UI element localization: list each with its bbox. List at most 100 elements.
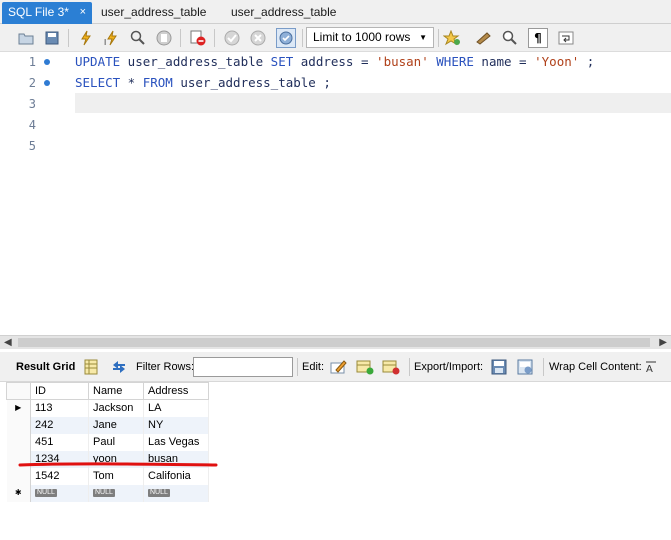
null-badge: NULL — [93, 489, 115, 498]
column-header-address[interactable]: Address — [143, 382, 209, 400]
cell-name[interactable]: Jackson — [88, 399, 144, 417]
result-toolbar: Result Grid Filter Rows: Edit: Export/Im… — [0, 352, 671, 382]
corner-cell — [6, 382, 31, 400]
cell-name[interactable]: Jane — [88, 416, 144, 434]
table-row[interactable]: 242 Jane NY — [6, 416, 209, 434]
cell-address[interactable]: Califonia — [143, 467, 209, 485]
row-selector[interactable] — [6, 450, 31, 468]
explain-icon[interactable] — [128, 28, 148, 48]
cell-id[interactable]: 451 — [30, 433, 89, 451]
cell-address[interactable]: Las Vegas — [143, 433, 209, 451]
table-row[interactable]: 451 Paul Las Vegas — [6, 433, 209, 451]
export-import-label: Export/Import: — [414, 361, 484, 373]
scroll-left-icon[interactable]: ◀ — [4, 336, 12, 349]
export-icon[interactable] — [491, 358, 509, 376]
column-header-id[interactable]: ID — [30, 382, 89, 400]
tab-user-address-table-1[interactable]: user_address_table — [95, 2, 215, 24]
sql-keyword: SELECT — [75, 75, 121, 90]
scroll-right-icon[interactable]: ▶ — [659, 336, 667, 349]
cell-id[interactable]: 242 — [30, 416, 89, 434]
filter-rows-input[interactable] — [193, 357, 293, 377]
sql-editor[interactable]: 1 2 3 4 5 UPDATE user_address_table SET … — [0, 52, 671, 336]
wrap-icon[interactable] — [556, 28, 576, 48]
scrollbar-thumb[interactable] — [18, 338, 650, 347]
tab-user-address-table-2[interactable]: user_address_table — [225, 2, 355, 24]
row-selector[interactable] — [6, 433, 31, 451]
chevron-down-icon: ▼ — [419, 33, 427, 42]
cell-id[interactable]: 1542 — [30, 467, 89, 485]
toggle-error-icon[interactable] — [188, 28, 208, 48]
execute-icon[interactable] — [76, 28, 96, 48]
sql-keyword: UPDATE — [75, 54, 121, 69]
edit-row-icon[interactable] — [330, 358, 348, 376]
cell-id[interactable]: 1234 — [30, 450, 89, 468]
add-row-icon[interactable] — [356, 358, 374, 376]
sql-keyword: SET — [270, 54, 294, 69]
cell-address[interactable]: LA — [143, 399, 209, 417]
result-grid: ID Name Address ▶ 113 Jackson LA 242 Jan… — [0, 382, 671, 540]
sql-keyword: FROM — [142, 75, 173, 90]
tab-label: user_address_table — [101, 5, 207, 19]
line-number: 3 — [28, 97, 36, 111]
cell-name[interactable]: Tom — [88, 467, 144, 485]
current-row-marker-icon[interactable]: ▶ — [6, 399, 31, 417]
cell-id[interactable]: 113 — [30, 399, 89, 417]
autocommit-icon[interactable] — [276, 28, 296, 48]
save-icon[interactable] — [42, 28, 62, 48]
tab-label: user_address_table — [231, 5, 337, 19]
sql-text: * — [120, 75, 143, 90]
limit-rows-select[interactable]: Limit to 1000 rows ▼ — [306, 27, 434, 48]
line-number: 1 — [28, 55, 36, 69]
cell-name[interactable]: yoon — [88, 450, 144, 468]
row-selector[interactable] — [6, 416, 31, 434]
delete-row-icon[interactable] — [382, 358, 400, 376]
find-icon[interactable] — [500, 28, 520, 48]
row-selector[interactable] — [6, 467, 31, 485]
edit-label: Edit: — [302, 361, 325, 373]
cell-name[interactable]: NULL — [88, 484, 144, 502]
sql-text: user_address_table ; — [172, 75, 331, 90]
table-row[interactable]: 1542 Tom Califonia — [6, 467, 209, 485]
import-icon[interactable] — [517, 358, 535, 376]
wrap-cell-toggle-icon[interactable]: A — [642, 358, 660, 376]
tab-sql-file-3[interactable]: SQL File 3* × — [2, 2, 92, 24]
cell-address[interactable]: NY — [143, 416, 209, 434]
add-snippet-icon[interactable] — [442, 28, 462, 48]
column-header-name[interactable]: Name — [88, 382, 144, 400]
line-number: 4 — [28, 118, 36, 132]
code-line-1: UPDATE user_address_table SET address = … — [75, 52, 594, 72]
open-folder-icon[interactable] — [16, 28, 36, 48]
sql-text: user_address_table — [120, 54, 271, 69]
new-row[interactable]: ✱ NULL NULL NULL — [6, 484, 209, 502]
beautify-icon[interactable] — [474, 28, 494, 48]
execute-current-icon[interactable]: I — [102, 28, 122, 48]
new-row-marker-icon[interactable]: ✱ — [6, 484, 31, 502]
table-row[interactable]: 1234 yoon busan — [6, 450, 209, 468]
cell-address[interactable]: NULL — [143, 484, 209, 502]
cell-id[interactable]: NULL — [30, 484, 89, 502]
cell-name[interactable]: Paul — [88, 433, 144, 451]
current-line-highlight — [75, 93, 671, 113]
svg-text:I: I — [104, 38, 106, 46]
sql-string: 'busan' — [376, 54, 429, 69]
invisible-chars-icon[interactable]: ¶ — [528, 28, 548, 48]
tab-bar: SQL File 3* × user_address_table user_ad… — [0, 0, 671, 24]
refresh-icon[interactable] — [110, 358, 128, 376]
svg-text:A: A — [646, 364, 653, 374]
stop-icon[interactable] — [154, 28, 174, 48]
close-tab-icon[interactable]: × — [80, 2, 86, 22]
commit-icon[interactable] — [222, 28, 242, 48]
table-row[interactable]: ▶ 113 Jackson LA — [6, 399, 209, 417]
code-line-2: SELECT * FROM user_address_table ; — [75, 73, 331, 93]
sql-editor-toolbar: I Limit to 1000 rows ▼ ¶ — [0, 24, 671, 52]
sql-text: name = — [473, 54, 535, 69]
editor-horizontal-scrollbar[interactable]: ◀ ▶ — [0, 335, 671, 349]
cell-address[interactable]: busan — [143, 450, 209, 468]
table-header-row: ID Name Address — [6, 382, 209, 400]
grid-view-icon[interactable] — [82, 358, 100, 376]
result-grid-tab[interactable]: Result Grid — [16, 360, 75, 374]
rollback-icon[interactable] — [248, 28, 268, 48]
result-table: ID Name Address ▶ 113 Jackson LA 242 Jan… — [6, 382, 209, 502]
sql-text: address = — [293, 54, 377, 69]
statement-marker-icon — [44, 80, 50, 86]
